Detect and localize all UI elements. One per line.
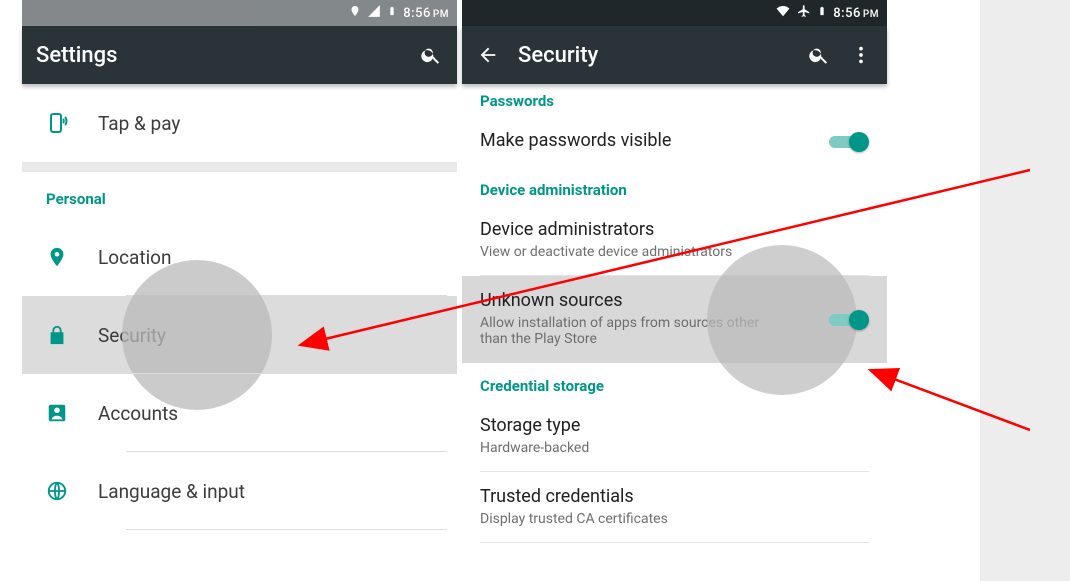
- signal-icon: [367, 4, 381, 22]
- overflow-menu-icon[interactable]: [849, 43, 873, 67]
- item-subtitle: View or deactivate device administrators: [480, 244, 780, 260]
- app-bar: Settings: [22, 26, 457, 84]
- item-title: Trusted credentials: [480, 486, 869, 507]
- search-icon[interactable]: [419, 43, 443, 67]
- back-icon[interactable]: [476, 43, 500, 67]
- status-bar: 8:56PM: [22, 0, 457, 26]
- status-time: 8:56PM: [833, 6, 879, 21]
- lock-icon: [46, 324, 98, 346]
- location-icon: [46, 246, 98, 268]
- item-subtitle: Display trusted CA certificates: [480, 511, 780, 527]
- battery-icon: [817, 3, 827, 23]
- divider-bar: [22, 162, 457, 172]
- section-device-administration: Device administration: [462, 167, 887, 205]
- row-accounts[interactable]: Accounts: [22, 374, 457, 452]
- wifi-icon: [775, 4, 791, 22]
- item-make-passwords-visible[interactable]: Make passwords visible: [462, 116, 887, 167]
- item-title: Device administrators: [480, 219, 869, 240]
- item-subtitle: Hardware-backed: [480, 440, 780, 456]
- item-unknown-sources[interactable]: Unknown sources Allow installation of ap…: [462, 276, 887, 363]
- appbar-title: Settings: [36, 43, 401, 68]
- status-time: 8:56PM: [403, 6, 449, 21]
- search-icon[interactable]: [807, 43, 831, 67]
- row-security[interactable]: Security: [22, 296, 457, 374]
- toggle-passwords-visible[interactable]: [829, 130, 869, 154]
- location-icon: [349, 4, 361, 22]
- airplane-icon: [797, 4, 811, 22]
- row-language-input[interactable]: Language & input: [22, 452, 457, 530]
- item-trusted-credentials[interactable]: Trusted credentials Display trusted CA c…: [462, 472, 887, 543]
- battery-icon: [387, 3, 397, 23]
- section-personal: Personal: [22, 172, 457, 218]
- security-screen: 8:56PM Security Passwords Make passwords…: [462, 0, 887, 581]
- row-label: Language & input: [98, 480, 245, 503]
- row-label: Accounts: [98, 402, 178, 425]
- item-storage-type[interactable]: Storage type Hardware-backed: [462, 401, 887, 472]
- toggle-unknown-sources[interactable]: [829, 308, 869, 332]
- row-tap-and-pay[interactable]: Tap & pay: [22, 84, 457, 162]
- row-label: Tap & pay: [98, 112, 180, 135]
- globe-icon: [46, 480, 98, 502]
- appbar-title: Security: [518, 43, 789, 68]
- item-title: Storage type: [480, 415, 869, 436]
- section-passwords: Passwords: [462, 84, 887, 116]
- row-label: Location: [98, 246, 172, 269]
- app-bar: Security: [462, 26, 887, 84]
- status-bar: 8:56PM: [462, 0, 887, 26]
- settings-screen: 8:56PM Settings Tap & pay Personal Locat…: [22, 0, 457, 581]
- account-icon: [46, 402, 98, 424]
- item-title: Make passwords visible: [480, 130, 869, 151]
- tap-pay-icon: [46, 111, 98, 135]
